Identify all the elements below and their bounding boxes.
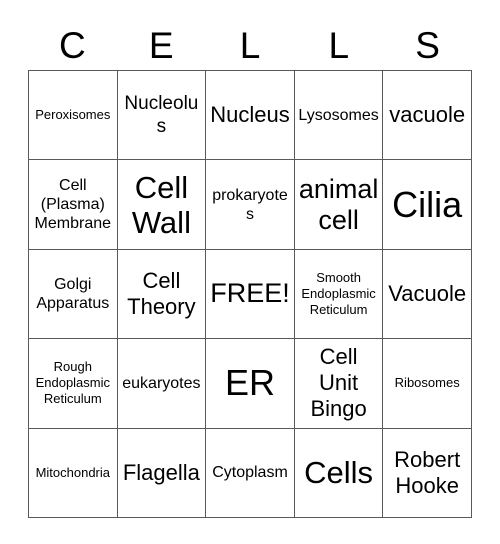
bingo-header-letter-5: S bbox=[415, 25, 440, 66]
bingo-cell-label: Nucleus bbox=[210, 102, 290, 128]
bingo-cell-label: Peroxisomes bbox=[35, 107, 111, 123]
bingo-cell-label: Vacuole bbox=[388, 280, 467, 306]
bingo-cell-label: Nucleolus bbox=[124, 93, 199, 138]
bingo-cell-free-space[interactable]: FREE! bbox=[206, 249, 295, 340]
bingo-cell-label: Cell Theory bbox=[127, 267, 196, 319]
bingo-grid: Peroxisomes Nucleolus Nucleus Lysosomes vacu… bbox=[28, 70, 472, 518]
bingo-cell-label: Cell Wall bbox=[131, 169, 191, 240]
bingo-cell-r3-c1[interactable]: Golgi Apparatus bbox=[29, 249, 118, 340]
bingo-cell-r5-c1[interactable]: Mitochondria bbox=[29, 428, 118, 518]
bingo-cell-label: Lysosomes bbox=[298, 106, 379, 124]
bingo-cell-label: Golgi Apparatus bbox=[36, 275, 110, 312]
bingo-cell-r5-c5[interactable]: Robert Hooke bbox=[383, 428, 472, 518]
bingo-cell-label: Cell (Plasma) Membrane bbox=[34, 177, 112, 233]
bingo-cell-r4-c1[interactable]: Rough Endoplasmic Reticulum bbox=[29, 339, 118, 429]
bingo-cell-r2-c1[interactable]: Cell (Plasma) Membrane bbox=[29, 160, 118, 250]
bingo-cell-r2-c3[interactable]: prokaryotes bbox=[206, 160, 295, 250]
bingo-cell-r2-c5[interactable]: Cilia bbox=[383, 160, 472, 250]
bingo-cell-label: Smooth Endoplasmic Reticulum bbox=[301, 269, 376, 317]
bingo-cell-r3-c4[interactable]: Smooth Endoplasmic Reticulum bbox=[294, 249, 384, 340]
bingo-header-letter-2: E bbox=[148, 25, 174, 66]
bingo-cell-r3-c2[interactable]: Cell Theory bbox=[117, 249, 207, 340]
bingo-cell-label: Cytoplasm bbox=[212, 464, 288, 482]
bingo-cell-label: Cell Unit Bingo bbox=[310, 344, 367, 422]
bingo-cell-label: Ribosomes bbox=[394, 375, 460, 391]
bingo-cell-label: Flagella bbox=[122, 459, 200, 485]
bingo-cell-r5-c3[interactable]: Cytoplasm bbox=[206, 428, 295, 518]
bingo-cell-r5-c2[interactable]: Flagella bbox=[117, 428, 207, 518]
bingo-header-letter-4: L bbox=[328, 25, 350, 66]
bingo-cell-label: Mitochondria bbox=[35, 464, 111, 480]
bingo-cell-label: animal cell bbox=[298, 173, 379, 235]
bingo-cell-r1-c3[interactable]: Nucleus bbox=[206, 71, 295, 161]
bingo-cell-r1-c5[interactable]: vacuole bbox=[383, 71, 472, 161]
bingo-cell-label: Cells bbox=[304, 455, 374, 491]
bingo-cell-r4-c2[interactable]: eukaryotes bbox=[117, 339, 207, 429]
bingo-card: C E L L S Peroxisomes Nucleolus Nucleus Lysosom… bbox=[0, 0, 500, 544]
bingo-header-letter-1: C bbox=[59, 25, 86, 66]
bingo-cell-label: Cilia bbox=[392, 183, 463, 225]
bingo-cell-r1-c1[interactable]: Peroxisomes bbox=[29, 71, 118, 161]
bingo-cell-r1-c2[interactable]: Nucleolus bbox=[117, 71, 207, 161]
bingo-header-row: CELLS bbox=[28, 22, 472, 70]
bingo-cell-label: Robert Hooke bbox=[394, 446, 461, 498]
bingo-cell-r4-c3[interactable]: ER bbox=[206, 339, 295, 429]
bingo-header-letter-3: L bbox=[239, 25, 261, 66]
bingo-cell-r5-c4[interactable]: Cells bbox=[294, 428, 384, 518]
bingo-cell-r2-c2[interactable]: Cell Wall bbox=[117, 160, 207, 250]
bingo-cell-label: Rough Endoplasmic Reticulum bbox=[35, 359, 111, 407]
bingo-cell-label: prokaryotes bbox=[212, 186, 288, 223]
bingo-cell-label: ER bbox=[224, 362, 275, 404]
bingo-cell-label: eukaryotes bbox=[122, 374, 201, 392]
bingo-cell-r3-c5[interactable]: Vacuole bbox=[383, 249, 472, 340]
bingo-cell-label: vacuole bbox=[389, 102, 466, 128]
bingo-cell-r4-c4[interactable]: Cell Unit Bingo bbox=[294, 339, 384, 429]
bingo-cell-r4-c5[interactable]: Ribosomes bbox=[383, 339, 472, 429]
bingo-cell-r1-c4[interactable]: Lysosomes bbox=[294, 71, 384, 161]
bingo-cell-label: FREE! bbox=[210, 278, 290, 309]
bingo-cell-r2-c4[interactable]: animal cell bbox=[294, 160, 384, 250]
